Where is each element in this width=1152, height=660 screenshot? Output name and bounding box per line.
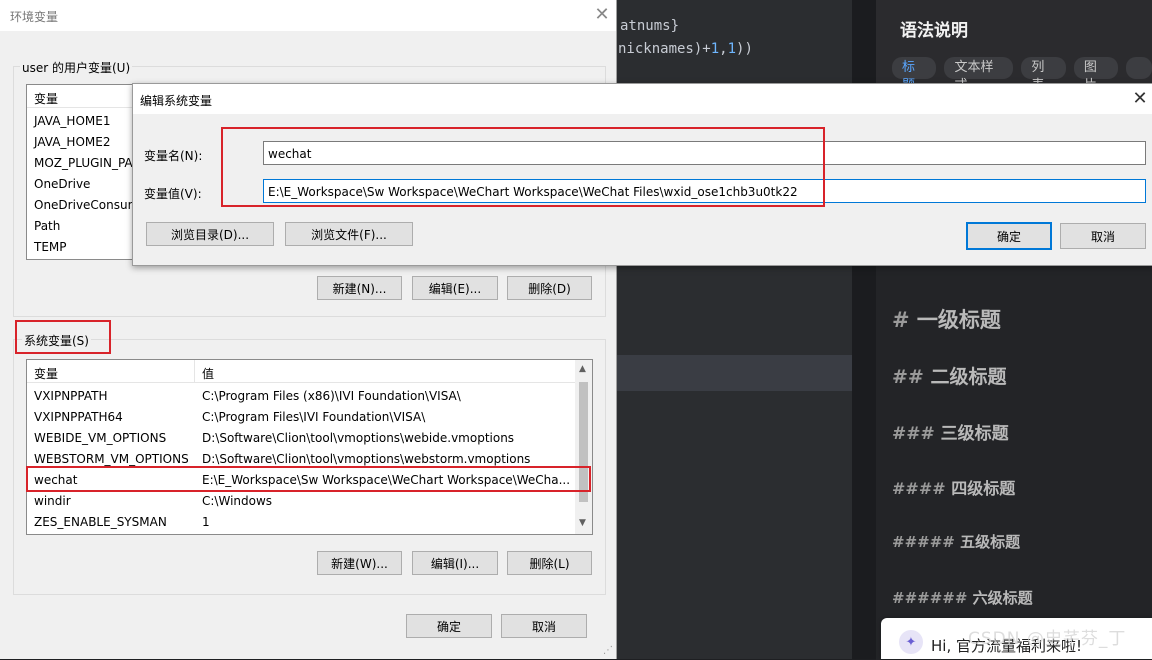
system-vars-label-highlight [15,320,111,354]
system-edit-button[interactable]: 编辑(I)... [412,551,498,575]
syntax-tabs: 标题 文本样式 列表 图片 [892,57,1152,93]
edit-dialog-title: 编辑系统变量 [140,94,213,108]
env-dialog-close-icon[interactable]: ✕ [588,3,616,27]
var-value-label: 变量值(V): [144,187,202,201]
column-separator[interactable] [194,360,195,382]
browse-directory-button[interactable]: 浏览目录(D)... [146,222,274,246]
tab-more[interactable] [1126,57,1152,79]
heading-example-h2: ## 二级标题 [892,366,1007,388]
edit-ok-button[interactable]: 确定 [966,222,1052,250]
system-new-button[interactable]: 新建(W)... [317,551,402,575]
var-name-label: 变量名(N): [144,149,203,163]
edit-dialog-titlebar: 编辑系统变量 ✕ [133,84,1152,114]
heading-example-h5: ##### 五级标题 [892,533,1021,551]
scroll-up-icon[interactable]: ▲ [579,364,586,374]
code-line-1: atnums} [620,18,680,34]
system-col-name-header[interactable]: 变量 [34,365,58,382]
table-row[interactable]: WEBIDE_VM_OPTIONS D:\Software\Clion\tool\… [27,427,592,448]
env-dialog-titlebar: 环境变量 ✕ [0,0,616,31]
system-col-value-header[interactable]: 值 [202,365,214,382]
wechat-row-highlight [26,466,591,492]
env-dialog-title: 环境变量 [10,10,59,24]
fields-highlight [221,127,825,207]
user-edit-button[interactable]: 编辑(E)... [412,276,498,300]
tab-text-style[interactable]: 文本样式 [944,57,1014,93]
heading-example-h6: ###### 六级标题 [892,589,1033,607]
tab-list[interactable]: 列表 [1021,57,1066,93]
env-cancel-button[interactable]: 取消 [501,614,587,638]
watermark: CSDN @史芊芬_丁 [968,629,1127,649]
system-vars-scrollbar[interactable]: ▲ ▼ [575,360,592,534]
syntax-help-title: 语法说明 [900,21,968,41]
code-line-2: nicknames)+1,1)) [618,41,753,57]
env-ok-button[interactable]: 确定 [406,614,492,638]
tab-heading[interactable]: 标题 [892,57,937,93]
scroll-down-icon[interactable]: ▼ [579,518,586,528]
user-col-name-header[interactable]: 变量 [34,90,58,107]
assistant-avatar-icon: ✦ [899,630,923,654]
user-vars-group-label: user 的用户变量(U) [20,59,133,76]
heading-example-h3: ### 三级标题 [892,424,1009,444]
heading-example-h4: #### 四级标题 [892,479,1016,498]
resize-grip-icon[interactable]: ⋰ [603,645,613,656]
user-new-button[interactable]: 新建(N)... [317,276,402,300]
table-row[interactable]: VXIPNPPATH64 C:\Program Files\IVI Foundat… [27,406,592,427]
table-row[interactable]: ZES_ENABLE_SYSMAN 1 [27,511,592,532]
table-row[interactable]: windir C:\Windows [27,490,592,511]
system-delete-button[interactable]: 删除(L) [507,551,592,575]
syntax-example-area: # 一级标题 ## 二级标题 ### 三级标题 #### 四级标题 ##### … [876,265,1152,660]
table-row[interactable]: VXIPNPPATH C:\Program Files (x86)\IVI Fou… [27,385,592,406]
edit-dialog-close-icon[interactable]: ✕ [1127,87,1152,111]
edit-cancel-button[interactable]: 取消 [1060,223,1146,249]
system-vars-list-header: 变量 值 [27,360,575,383]
user-delete-button[interactable]: 删除(D) [507,276,592,300]
tab-image[interactable]: 图片 [1073,57,1119,93]
system-vars-list[interactable]: 变量 值 VXIPNPPATH C:\Program Files (x86)\IV… [26,359,593,535]
heading-example-h1: # 一级标题 [892,308,1001,332]
browse-file-button[interactable]: 浏览文件(F)... [285,222,413,246]
editor-highlight-line [616,355,852,391]
edit-system-var-dialog: 编辑系统变量 ✕ 变量名(N): wechat 变量值(V): E:\E_Wor… [132,83,1152,266]
